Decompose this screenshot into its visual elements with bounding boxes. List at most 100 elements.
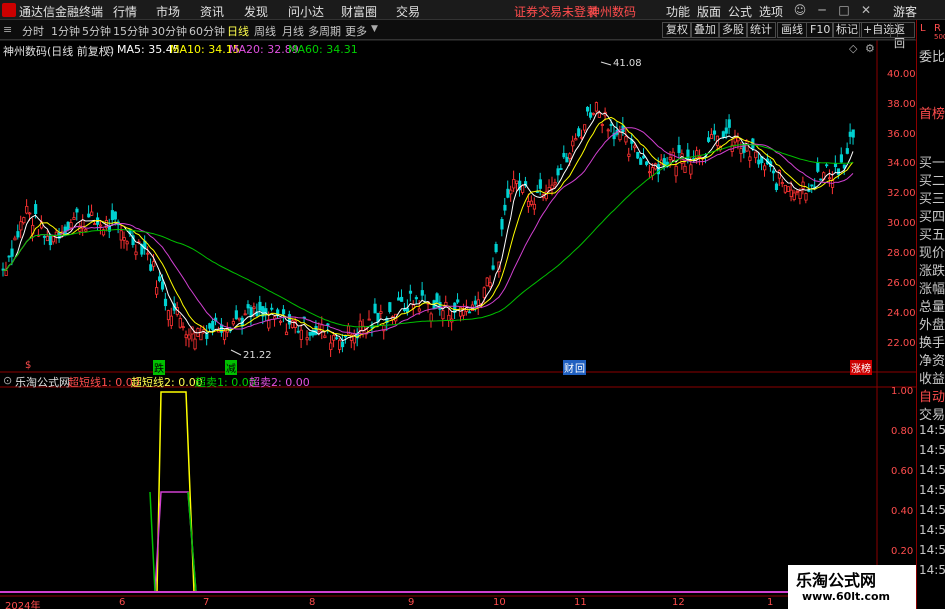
tick-time: 14:56 — [919, 523, 945, 537]
candle-body — [119, 230, 123, 241]
panel-label-outer: 外盘 — [919, 318, 945, 333]
event-zhangbang[interactable]: 涨榜 — [850, 360, 872, 375]
kline-chart[interactable] — [0, 0, 945, 609]
candle-body — [801, 181, 805, 189]
panel-label-buy4: 买四 — [919, 210, 945, 225]
candle-body — [571, 140, 575, 147]
tick-time: 14:56 — [919, 503, 945, 517]
candle-body — [618, 131, 622, 141]
price-tick: 34.00 — [887, 158, 916, 169]
candle-body — [246, 304, 250, 309]
candle-body — [343, 335, 348, 338]
candle-body — [727, 119, 731, 128]
price-tick: 32.00 — [887, 188, 916, 199]
candle-body — [739, 148, 743, 154]
candle-body — [222, 330, 227, 341]
low-annotation: 21.22 — [243, 350, 272, 361]
candle-body — [600, 124, 604, 126]
candle-body — [243, 313, 247, 316]
candle-body — [388, 302, 392, 313]
candle-body — [51, 236, 55, 243]
candle-body — [22, 217, 26, 224]
candle-body — [326, 323, 330, 326]
watermark-url: www.60lt.com — [802, 590, 891, 603]
candle-body — [169, 315, 173, 326]
candle-body — [113, 211, 117, 220]
event-dividend[interactable]: $ — [25, 360, 31, 371]
price-tick: 24.00 — [887, 308, 916, 319]
candle-body — [146, 252, 150, 255]
candle-body — [181, 326, 185, 329]
candle-body — [299, 329, 303, 340]
candle-body — [683, 165, 687, 173]
candle-body — [736, 137, 740, 142]
candle-body — [526, 201, 531, 207]
candle-body — [509, 189, 513, 195]
candle-body — [400, 296, 404, 302]
indicator-title: 乐淘公式网 — [15, 376, 70, 389]
candle-body — [208, 323, 212, 329]
price-tick: 26.00 — [887, 278, 916, 289]
panel-label-buy5: 买五 — [919, 228, 945, 243]
indicator-tick: 0.20 — [891, 546, 914, 557]
candle-body — [34, 204, 38, 215]
panel-badge-l[interactable]: L — [920, 23, 926, 34]
candle-body — [624, 136, 628, 143]
candle-body — [155, 287, 159, 295]
candle-body — [636, 152, 640, 159]
indicator-value-2: 超短线2: 0.00 — [131, 376, 203, 389]
candle-body — [780, 182, 784, 185]
candle-body — [647, 171, 652, 174]
panel-trade[interactable]: 交易 — [919, 404, 945, 423]
candle-body — [763, 165, 767, 171]
candle-body — [583, 124, 587, 131]
panel-label-weibi: 委比 — [919, 50, 945, 65]
candle-body — [93, 223, 97, 226]
time-tick: 6 — [119, 597, 126, 608]
panel-auto[interactable]: 自动 — [919, 386, 945, 405]
indicator-value-3: 超卖1: 0.00 — [195, 376, 256, 389]
candle-body — [503, 204, 507, 211]
candle-body — [10, 248, 14, 257]
indicator-line-3b — [187, 491, 197, 593]
indicator-value-1: 超短线1: 0.00 — [68, 376, 140, 389]
candle-body — [456, 299, 460, 303]
candle-body — [748, 156, 752, 161]
candle-body — [48, 234, 52, 246]
candle-body — [816, 162, 820, 172]
candle-body — [512, 179, 516, 189]
panel-label-pct: 涨幅 — [919, 282, 945, 297]
candle-body — [4, 270, 8, 276]
candle-body — [237, 317, 241, 321]
time-tick: 12 — [672, 597, 685, 608]
panel-label-netasset: 净资 — [919, 354, 945, 369]
candle-body — [559, 168, 563, 170]
candle-body — [774, 183, 779, 190]
event-jian[interactable]: 减 — [225, 360, 237, 375]
ma60-line — [2, 143, 854, 328]
time-tick: 10 — [493, 597, 506, 608]
indicator-settings-icon[interactable]: ⊙ — [3, 374, 12, 387]
candle-body — [308, 331, 312, 336]
candle-body — [69, 222, 73, 229]
candle-body — [329, 342, 333, 350]
panel-label-volume: 总量 — [919, 300, 945, 315]
candle-body — [562, 153, 566, 158]
candle-body — [444, 301, 448, 306]
candle-body — [712, 130, 717, 135]
candle-body — [574, 138, 578, 141]
event-die[interactable]: 跌 — [153, 360, 165, 375]
candle-body — [341, 341, 345, 348]
candle-body — [420, 290, 424, 296]
candle-body — [851, 129, 855, 138]
candle-body — [28, 212, 32, 215]
price-tick: 36.00 — [887, 129, 916, 140]
candle-body — [66, 221, 70, 231]
candle-body — [786, 186, 790, 192]
candle-body — [447, 314, 451, 321]
candle-body — [521, 185, 525, 193]
candle-body — [506, 188, 510, 198]
candle-body — [588, 112, 593, 118]
candle-body — [491, 265, 495, 270]
event-hui[interactable]: 回 — [574, 360, 586, 375]
